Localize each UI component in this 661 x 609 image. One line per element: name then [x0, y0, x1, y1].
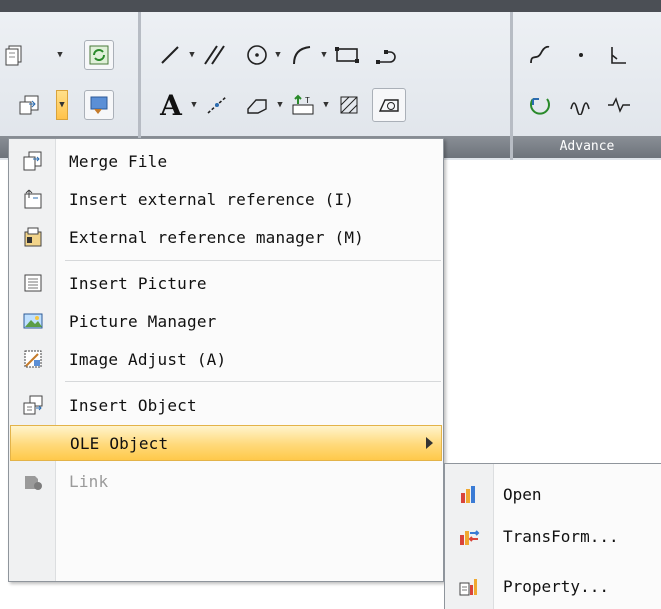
- insert-object-icon: [10, 394, 56, 416]
- parallel-lines-icon[interactable]: [200, 40, 230, 70]
- property-chart-icon: [445, 575, 493, 597]
- merge-file-icon: [10, 150, 56, 172]
- svg-text:T: T: [305, 96, 310, 105]
- hatch-icon[interactable]: [334, 90, 364, 120]
- menu-item-label: Insert Picture: [69, 273, 207, 293]
- submenu-item-transform[interactable]: TransForm...: [445, 516, 661, 556]
- menu-item-ole-object[interactable]: OLE Object: [10, 425, 442, 461]
- revolve-icon[interactable]: [525, 90, 555, 120]
- menu-separator: [65, 260, 441, 261]
- image-adjust-icon: [10, 348, 56, 370]
- polyline-icon[interactable]: [372, 40, 402, 70]
- point-icon[interactable]: [566, 40, 596, 70]
- menu-item-label: OLE Object: [70, 433, 169, 453]
- rectangle-icon[interactable]: [332, 40, 362, 70]
- link-icon: [10, 470, 56, 492]
- ole-object-submenu: Open TransForm... Property...: [444, 463, 661, 609]
- menu-item-insert-external-reference[interactable]: Insert external reference (I): [10, 181, 442, 217]
- polygon-line-icon[interactable]: [604, 40, 634, 70]
- dropdown-arrow-icon[interactable]: ▼: [318, 40, 330, 70]
- zigzag-icon[interactable]: [604, 90, 634, 120]
- submenu-item-open[interactable]: Open: [445, 474, 661, 514]
- paint-icon[interactable]: [84, 90, 114, 120]
- ribbon-toolbar: ▼ ▼ ▼ ▼ ▼ A ▼ ▼ T ▼ Advance: [0, 0, 661, 160]
- menu-item-label: Merge File: [69, 151, 168, 171]
- insert-dropdown-menu: Merge File Insert external reference (I)…: [8, 138, 444, 582]
- arc-icon[interactable]: [286, 40, 316, 70]
- menu-item-image-adjust[interactable]: Image Adjust (A): [10, 341, 442, 377]
- menu-item-label: Image Adjust (A): [69, 349, 227, 369]
- menu-item-picture-manager[interactable]: Picture Manager: [10, 303, 442, 339]
- insert-block-icon[interactable]: [14, 90, 44, 120]
- dropdown-arrow-icon[interactable]: ▼: [188, 90, 200, 120]
- dropdown-arrow-active-icon[interactable]: ▼: [56, 90, 68, 120]
- menu-item-merge-file[interactable]: Merge File: [10, 143, 442, 179]
- menu-item-insert-object[interactable]: Insert Object: [10, 387, 442, 423]
- submenu-item-label: TransForm...: [503, 526, 619, 546]
- construction-line-icon[interactable]: [202, 90, 232, 120]
- submenu-item-label: Open: [503, 484, 542, 504]
- submenu-arrow-icon: [426, 437, 433, 449]
- menu-item-label: Insert Object: [69, 395, 197, 415]
- menu-item-link: Link: [10, 463, 442, 499]
- refresh-icon[interactable]: [84, 40, 114, 70]
- menu-separator: [65, 381, 441, 382]
- dropdown-arrow-icon[interactable]: ▼: [320, 90, 332, 120]
- submenu-item-property[interactable]: Property...: [445, 566, 661, 606]
- text-button-label: A: [160, 88, 182, 122]
- wave-icon[interactable]: [566, 90, 596, 120]
- spline-icon[interactable]: [525, 40, 555, 70]
- attribute-icon[interactable]: T: [288, 90, 318, 120]
- dropdown-arrow-icon[interactable]: ▼: [186, 40, 198, 70]
- menu-item-external-reference-manager[interactable]: External reference manager (M): [10, 219, 442, 255]
- menu-item-insert-picture[interactable]: Insert Picture: [10, 265, 442, 301]
- transform-chart-icon: [445, 525, 493, 547]
- menu-item-label: Link: [69, 471, 109, 491]
- line-icon[interactable]: [155, 40, 185, 70]
- insert-picture-icon: [10, 272, 56, 294]
- boundary-icon[interactable]: [372, 88, 406, 122]
- dropdown-arrow-icon[interactable]: ▼: [274, 90, 286, 120]
- xref-manager-icon: [10, 226, 56, 248]
- open-chart-icon: [445, 483, 493, 505]
- ribbon-top-strip: [0, 0, 661, 12]
- dropdown-arrow-icon[interactable]: ▼: [54, 40, 66, 70]
- menu-item-label: Insert external reference (I): [69, 189, 355, 209]
- file-stack-icon[interactable]: [0, 40, 30, 70]
- ribbon-panel-label-advance: Advance: [513, 136, 661, 158]
- submenu-item-label: Property...: [503, 576, 609, 596]
- dropdown-arrow-icon[interactable]: ▼: [272, 40, 284, 70]
- region-icon[interactable]: [242, 90, 272, 120]
- menu-item-label: External reference manager (M): [69, 227, 364, 247]
- menu-item-label: Picture Manager: [69, 311, 217, 331]
- circle-icon[interactable]: [242, 40, 272, 70]
- picture-manager-icon: [10, 310, 56, 332]
- text-icon[interactable]: A: [156, 88, 186, 122]
- insert-xref-icon: [10, 188, 56, 210]
